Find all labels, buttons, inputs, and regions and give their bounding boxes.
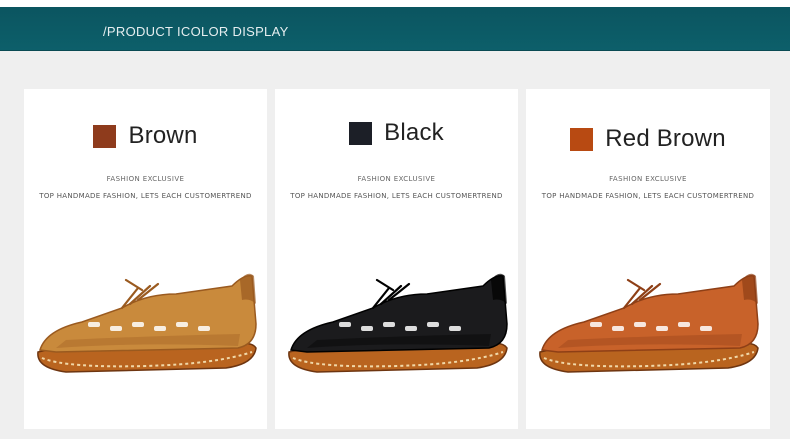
shoe-image [539, 273, 759, 373]
tagline: FASHION EXCLUSIVE [357, 175, 436, 183]
color-label-row: Red Brown [526, 125, 770, 153]
shoe-image [37, 273, 257, 373]
tagline: FASHION EXCLUSIVE [609, 175, 687, 183]
product-card-brown[interactable]: Brown FASHION EXCLUSIVE TOP HANDMADE FAS… [24, 89, 267, 429]
product-card-red-brown[interactable]: Red Brown FASHION EXCLUSIVE TOP HANDMADE… [526, 89, 770, 429]
color-label-row: Black [275, 119, 518, 147]
top-strip [0, 0, 790, 7]
color-name: Red Brown [605, 125, 726, 152]
subtitle: TOP HANDMADE FASHION, LETS EACH CUSTOMER… [39, 192, 252, 200]
color-swatch [349, 121, 373, 145]
color-label-row: Brown [24, 122, 267, 150]
banner-title: /PRODUCT ICOLOR DISPLAY [103, 24, 289, 39]
color-name: Black [384, 119, 444, 146]
subtitle: TOP HANDMADE FASHION, LETS EACH CUSTOMER… [290, 192, 503, 200]
color-name: Brown [128, 122, 198, 149]
subtitle: TOP HANDMADE FASHION, LETS EACH CUSTOMER… [541, 192, 755, 200]
section-banner: /PRODUCT ICOLOR DISPLAY [0, 7, 790, 51]
color-swatch [93, 124, 117, 148]
product-card-black[interactable]: Black FASHION EXCLUSIVE TOP HANDMADE FAS… [275, 89, 518, 429]
shoe-image [288, 273, 508, 373]
color-swatch [570, 127, 594, 151]
tagline: FASHION EXCLUSIVE [106, 175, 185, 183]
